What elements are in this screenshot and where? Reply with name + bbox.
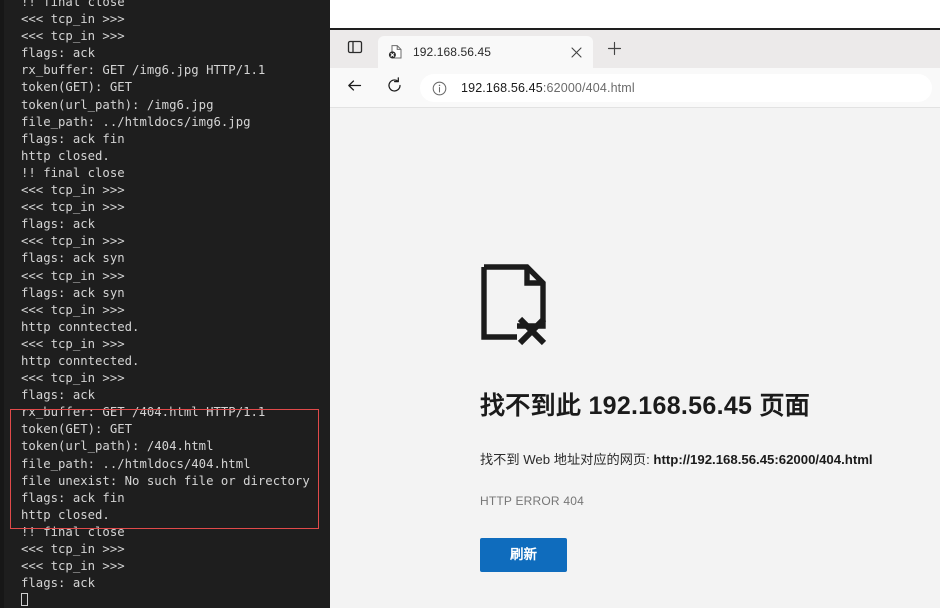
terminal-line: http conntected. — [21, 319, 140, 334]
error-heading: 找不到此 192.168.56.45 页面 — [480, 392, 811, 420]
error-detail-url: http://192.168.56.45:62000/404.html — [653, 452, 873, 467]
terminal-window[interactable]: !! final close <<< tcp_in >>> <<< tcp_in >… — [0, 0, 330, 608]
terminal-line: token(url_path): /img6.jpg — [21, 97, 214, 112]
terminal-line: <<< tcp_in >>> — [21, 559, 125, 574]
terminal-output: !! final close <<< tcp_in >>> <<< tcp_in >… — [0, 0, 330, 608]
terminal-line: <<< tcp_in >>> — [21, 12, 125, 27]
back-arrow-icon — [346, 77, 363, 99]
panel-icon — [347, 39, 363, 60]
plus-icon — [607, 41, 622, 61]
url-text: 192.168.56.45:62000/404.html — [461, 81, 635, 95]
terminal-line: <<< tcp_in >>> — [21, 29, 125, 44]
info-circle-icon[interactable] — [429, 78, 449, 98]
tab-strip: 192.168.56.45 — [330, 30, 940, 68]
terminal-line: token(url_path): /404.html — [21, 439, 214, 454]
terminal-cursor — [21, 593, 28, 607]
terminal-line: <<< tcp_in >>> — [21, 183, 125, 198]
address-bar[interactable]: 192.168.56.45:62000/404.html — [420, 74, 932, 102]
terminal-line: <<< tcp_in >>> — [21, 336, 125, 351]
terminal-line: flags: ack syn — [21, 285, 125, 300]
error-code: HTTP ERROR 404 — [480, 494, 584, 508]
refresh-button[interactable]: 刷新 — [480, 538, 567, 572]
terminal-line: http conntected. — [21, 353, 140, 368]
browser-window: 192.168.56.45 192.168.56.45:62000/404.ht… — [330, 28, 940, 608]
terminal-line: flags: ack — [21, 388, 96, 403]
new-tab-button[interactable] — [599, 36, 629, 66]
terminal-cursor-line — [0, 592, 330, 608]
reload-icon — [386, 77, 403, 99]
terminal-line: <<< tcp_in >>> — [21, 234, 125, 249]
close-icon[interactable] — [565, 41, 587, 63]
document-error-icon — [480, 263, 920, 352]
url-host: 192.168.56.45 — [461, 81, 543, 95]
reload-button[interactable] — [378, 72, 410, 104]
terminal-line: <<< tcp_in >>> — [21, 200, 125, 215]
terminal-line: <<< tcp_in >>> — [21, 371, 125, 386]
error-detail-prefix: 找不到 Web 地址对应的网页: — [480, 452, 654, 467]
page-content: 找不到此 192.168.56.45 页面 找不到 Web 地址对应的网页: h… — [330, 108, 940, 608]
back-button[interactable] — [338, 72, 370, 104]
error-page: 找不到此 192.168.56.45 页面 找不到 Web 地址对应的网页: h… — [480, 263, 920, 572]
browser-tab[interactable]: 192.168.56.45 — [378, 36, 593, 68]
broken-document-icon — [388, 44, 404, 60]
terminal-line: !! final close — [21, 0, 125, 9]
terminal-line: !! final close — [21, 524, 125, 539]
tab-actions-button[interactable] — [336, 30, 374, 68]
terminal-line: flags: ack — [21, 576, 96, 591]
terminal-line: !! final close — [21, 165, 125, 180]
terminal-line: file_path: ../htmldocs/img6.jpg — [21, 114, 251, 129]
terminal-line: flags: ack — [21, 217, 96, 232]
terminal-line: flags: ack syn — [21, 251, 125, 266]
terminal-line: flags: ack fin — [21, 131, 125, 146]
terminal-line: file unexist: No such file or directory — [21, 473, 310, 488]
terminal-line: file_path: ../htmldocs/404.html — [21, 456, 251, 471]
terminal-line: token(GET): GET — [21, 422, 133, 437]
terminal-line: <<< tcp_in >>> — [21, 268, 125, 283]
terminal-line: http closed. — [21, 507, 110, 522]
tab-title: 192.168.56.45 — [413, 45, 492, 59]
terminal-line: rx_buffer: GET /img6.jpg HTTP/1.1 — [21, 63, 266, 78]
terminal-line: <<< tcp_in >>> — [21, 302, 125, 317]
terminal-line: token(GET): GET — [21, 80, 133, 95]
url-path: :62000/404.html — [542, 81, 635, 95]
terminal-line: flags: ack — [21, 46, 96, 61]
terminal-line: <<< tcp_in >>> — [21, 542, 125, 556]
terminal-line: http closed. — [21, 148, 110, 163]
terminal-line: rx_buffer: GET /404.html HTTP/1.1 — [21, 405, 266, 420]
browser-toolbar: 192.168.56.45:62000/404.html — [330, 68, 940, 108]
error-detail: 找不到 Web 地址对应的网页: http://192.168.56.45:62… — [480, 449, 920, 468]
screen: !! final close <<< tcp_in >>> <<< tcp_in >… — [0, 0, 940, 608]
terminal-line: flags: ack fin — [21, 490, 125, 505]
